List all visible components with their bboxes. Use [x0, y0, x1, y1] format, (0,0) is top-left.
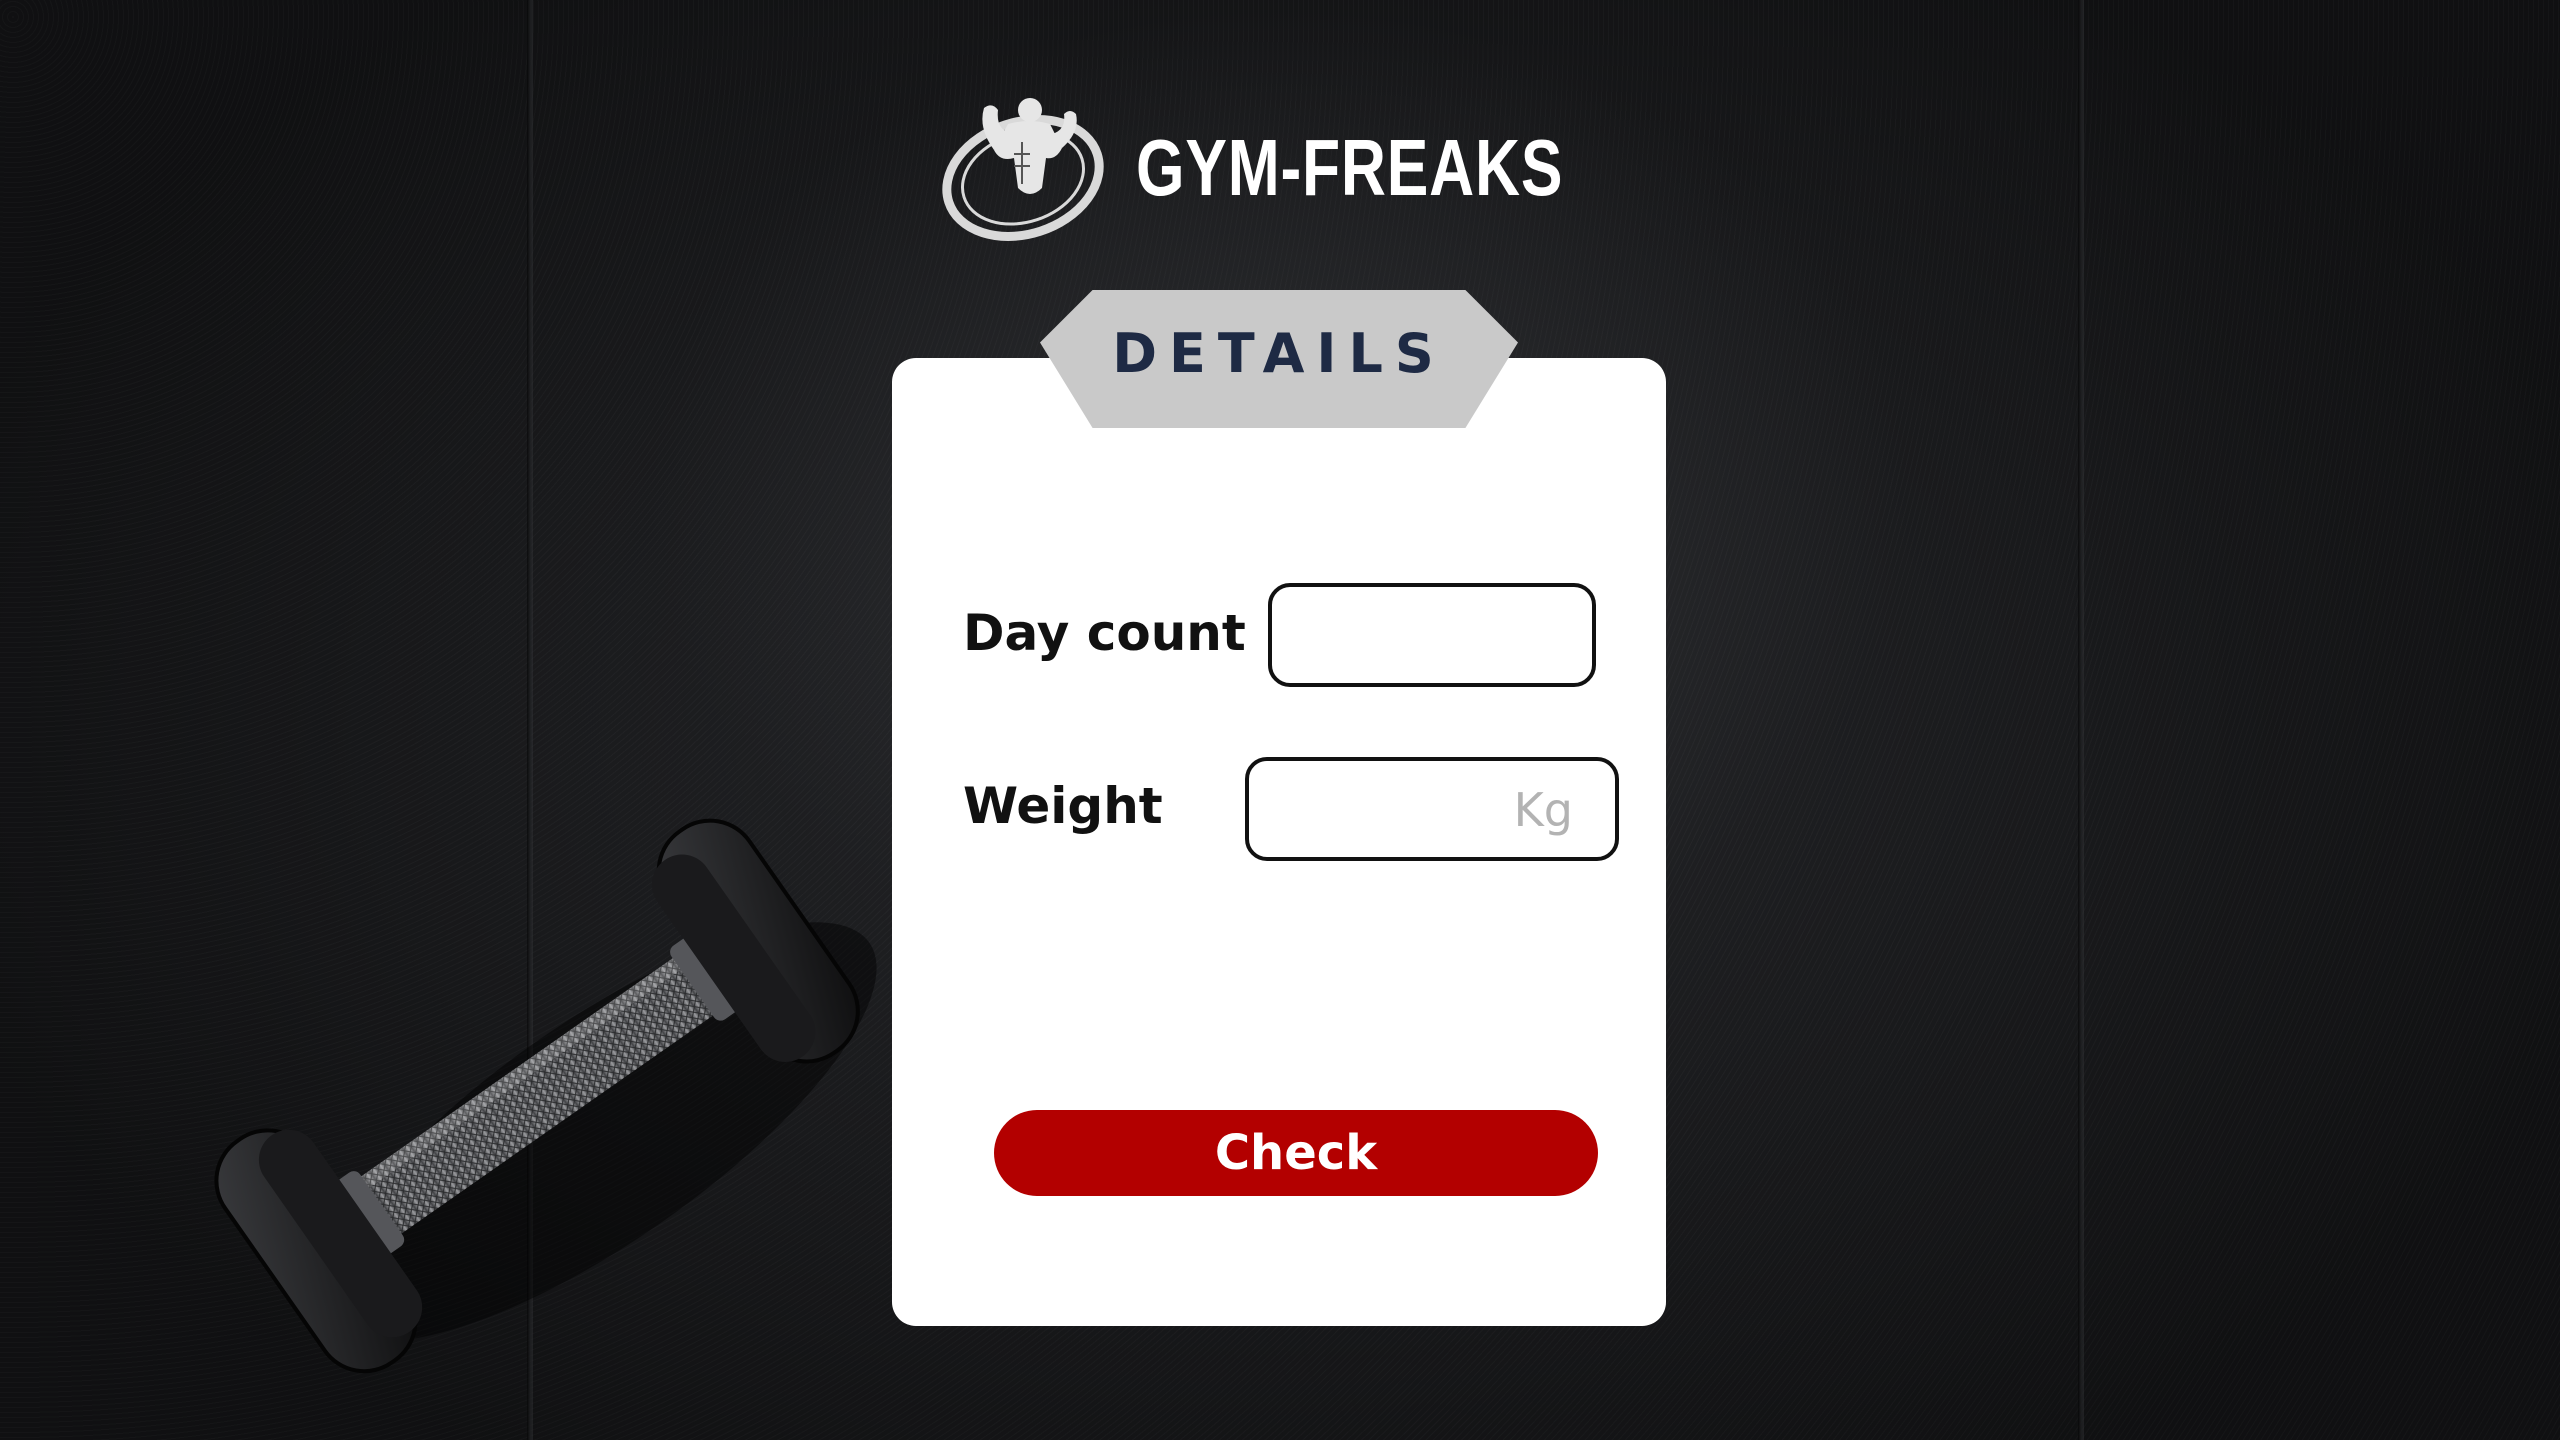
weight-unit: Kg [1513, 783, 1573, 837]
check-button[interactable]: Check [994, 1110, 1598, 1196]
dumbbell-icon [214, 818, 877, 1374]
brand-name: GYM-FREAKS [1136, 123, 1564, 212]
details-title: DETAILS [1112, 322, 1446, 385]
day-count-input[interactable] [1268, 583, 1596, 687]
bodybuilder-emblem-icon [942, 98, 1104, 241]
weight-input[interactable]: Kg [1245, 757, 1619, 861]
day-count-label: Day count [963, 604, 1246, 662]
brand-logo: GYM-FREAKS [938, 88, 1562, 248]
weight-label: Weight [963, 777, 1163, 835]
floor-seam-right [2078, 0, 2084, 1440]
